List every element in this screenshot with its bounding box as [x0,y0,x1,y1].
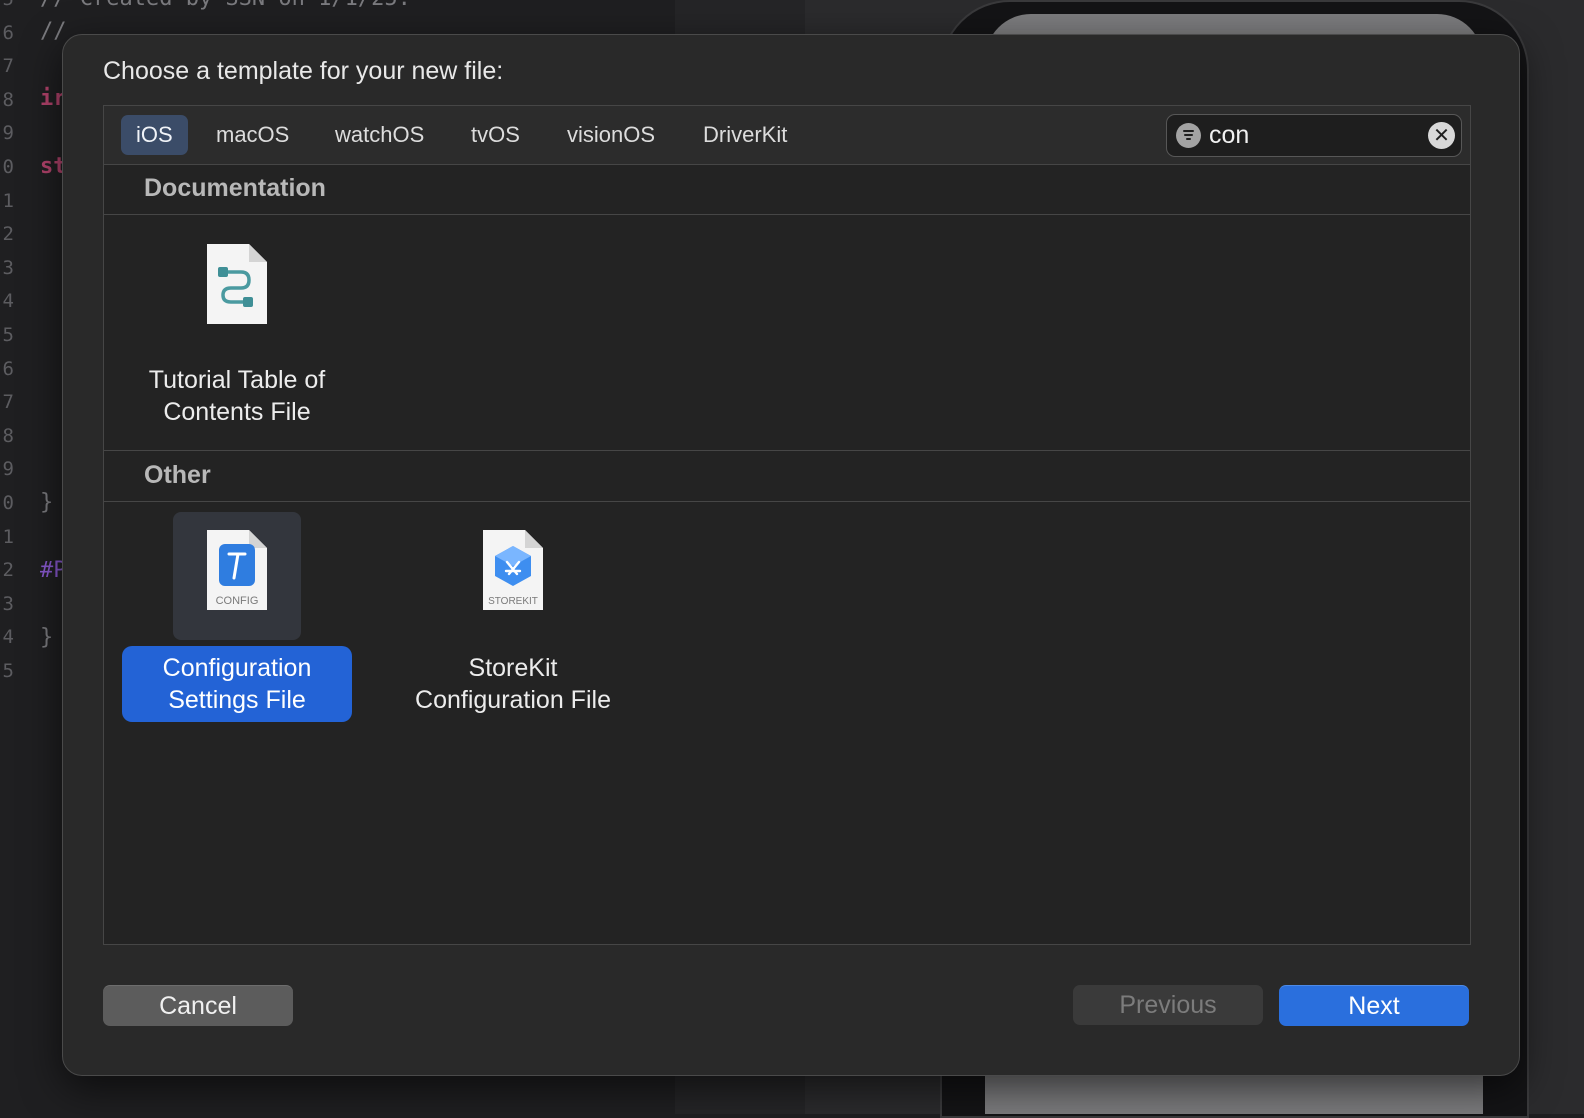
tile-label: StoreKit Configuration File [390,646,636,722]
line-number: 3 [2,592,14,615]
line-number: 9 [2,122,14,145]
config-file-icon: CONFIG [205,528,269,612]
tile-icon-area [173,226,301,354]
cancel-button[interactable]: Cancel [103,985,293,1026]
tile-label-line2: Settings File [168,686,306,714]
section-header-documentation: Documentation [104,164,1470,215]
line-number: 6 [2,357,14,380]
line-number: 6 [2,21,14,44]
section-header-other: Other [104,451,1470,502]
tile-icon-area: STOREKIT [449,512,577,640]
tutorial-toc-icon [205,242,269,326]
search-input[interactable] [1209,118,1419,152]
line-number: 5 [2,324,14,346]
tile-label: Tutorial Table of Contents File [114,358,360,434]
filter-icon[interactable] [1176,123,1201,148]
platform-tab-bar: iOS macOS watchOS tvOS visionOS DriverKi… [104,106,1470,165]
line-number: 2 [2,223,14,246]
svg-text:CONFIG: CONFIG [216,595,259,607]
tab-watchos[interactable]: watchOS [320,115,439,155]
previous-button[interactable]: Previous [1073,985,1263,1025]
dialog-title: Choose a template for your new file: [103,57,504,85]
line-number: 8 [2,88,14,111]
code-comment: // Created by SSN on 1/1/25. [40,0,411,11]
new-file-template-dialog: Choose a template for your new file: iOS… [62,34,1520,1076]
line-number: 4 [2,290,14,313]
line-number: 5 [0,0,14,10]
line-number: 0 [2,156,14,178]
template-tile-storekit-configuration[interactable]: STOREKIT StoreKit Configuration File [390,512,636,722]
tab-tvos[interactable]: tvOS [456,115,535,155]
tile-label-line1: StoreKit [468,654,558,682]
template-panel: iOS macOS watchOS tvOS visionOS DriverKi… [103,105,1471,945]
line-number: 2 [2,559,14,582]
tile-label-line1: Tutorial Table of [148,366,326,394]
line-number: 3 [2,256,14,279]
tab-driverkit[interactable]: DriverKit [688,115,802,155]
tab-macos[interactable]: macOS [201,115,304,155]
line-number: 8 [2,424,14,447]
line-number: 0 [2,492,14,514]
tile-label-line1: Configuration [162,654,312,682]
template-tile-tutorial-toc[interactable]: Tutorial Table of Contents File [114,226,360,446]
svg-text:STOREKIT: STOREKIT [488,596,538,607]
tab-visionos[interactable]: visionOS [552,115,670,155]
tile-icon-area: CONFIG [173,512,301,640]
tab-ios[interactable]: iOS [121,115,188,155]
next-button[interactable]: Next [1279,985,1469,1026]
storekit-file-icon: STOREKIT [481,528,545,612]
code-brace: } [40,625,54,650]
tile-label: Configuration Settings File [122,646,352,722]
line-number: 5 [2,660,14,682]
section-title: Documentation [144,174,326,202]
device-side-button [1535,350,1543,490]
tile-label-line2: Contents File [163,398,311,426]
clear-icon[interactable]: ✕ [1428,122,1455,149]
template-search-field[interactable]: ✕ [1166,114,1462,157]
line-number: 7 [2,55,14,78]
template-tile-configuration-settings[interactable]: CONFIG Configuration Settings File [114,512,360,722]
line-number: 7 [2,391,14,414]
line-number: 9 [2,458,14,481]
line-number: 1 [2,525,14,548]
code-comment: // [40,19,67,44]
section-title: Other [144,461,211,489]
tile-label-line2: Configuration File [415,686,611,714]
line-number: 4 [2,626,14,649]
line-number: 1 [2,189,14,212]
code-brace: } [40,490,54,515]
